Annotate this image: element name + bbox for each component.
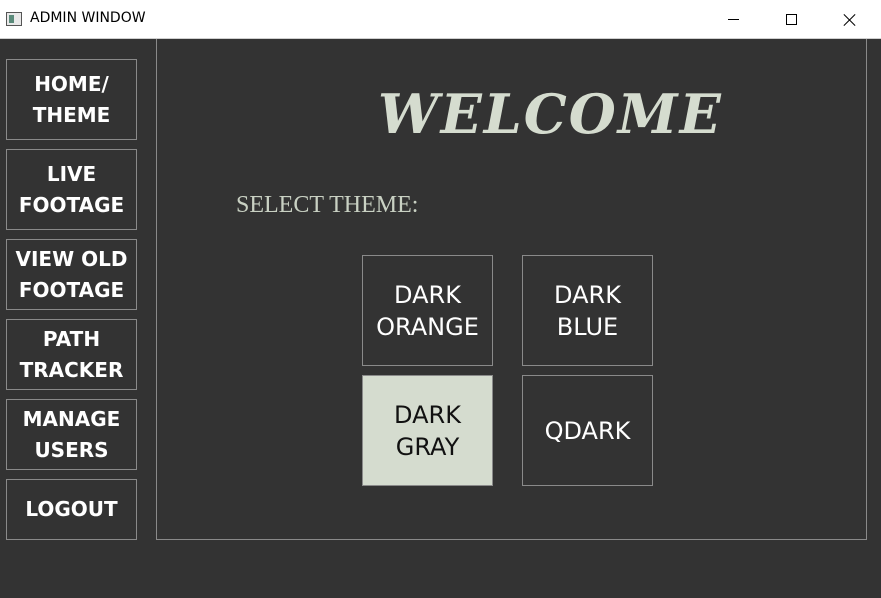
minimize-icon bbox=[727, 19, 739, 20]
welcome-heading: WELCOME bbox=[378, 82, 723, 146]
theme-dark-orange-button[interactable]: DARK ORANGE bbox=[362, 255, 493, 366]
theme-qdark-button[interactable]: QDARK bbox=[522, 375, 653, 486]
view-old-footage-button[interactable]: VIEW OLD FOOTAGE bbox=[6, 239, 137, 310]
app-window-icon bbox=[6, 12, 22, 26]
home-theme-button[interactable]: HOME/ THEME bbox=[6, 59, 137, 140]
theme-dark-blue-button[interactable]: DARK BLUE bbox=[522, 255, 653, 366]
live-footage-button[interactable]: LIVE FOOTAGE bbox=[6, 149, 137, 230]
window-title: ADMIN WINDOW bbox=[30, 10, 146, 26]
path-tracker-button[interactable]: PATH TRACKER bbox=[6, 319, 137, 390]
close-icon bbox=[843, 13, 856, 26]
manage-users-button[interactable]: MANAGE USERS bbox=[6, 399, 137, 470]
maximize-icon bbox=[785, 14, 797, 25]
select-theme-label: SELECT THEME: bbox=[236, 192, 419, 218]
minimize-button[interactable] bbox=[704, 0, 762, 39]
logout-button[interactable]: LOGOUT bbox=[6, 479, 137, 540]
theme-dark-gray-button[interactable]: DARK GRAY bbox=[362, 375, 493, 486]
title-bar: ADMIN WINDOW bbox=[0, 0, 881, 39]
maximize-button[interactable] bbox=[762, 0, 820, 39]
close-button[interactable] bbox=[820, 0, 878, 39]
